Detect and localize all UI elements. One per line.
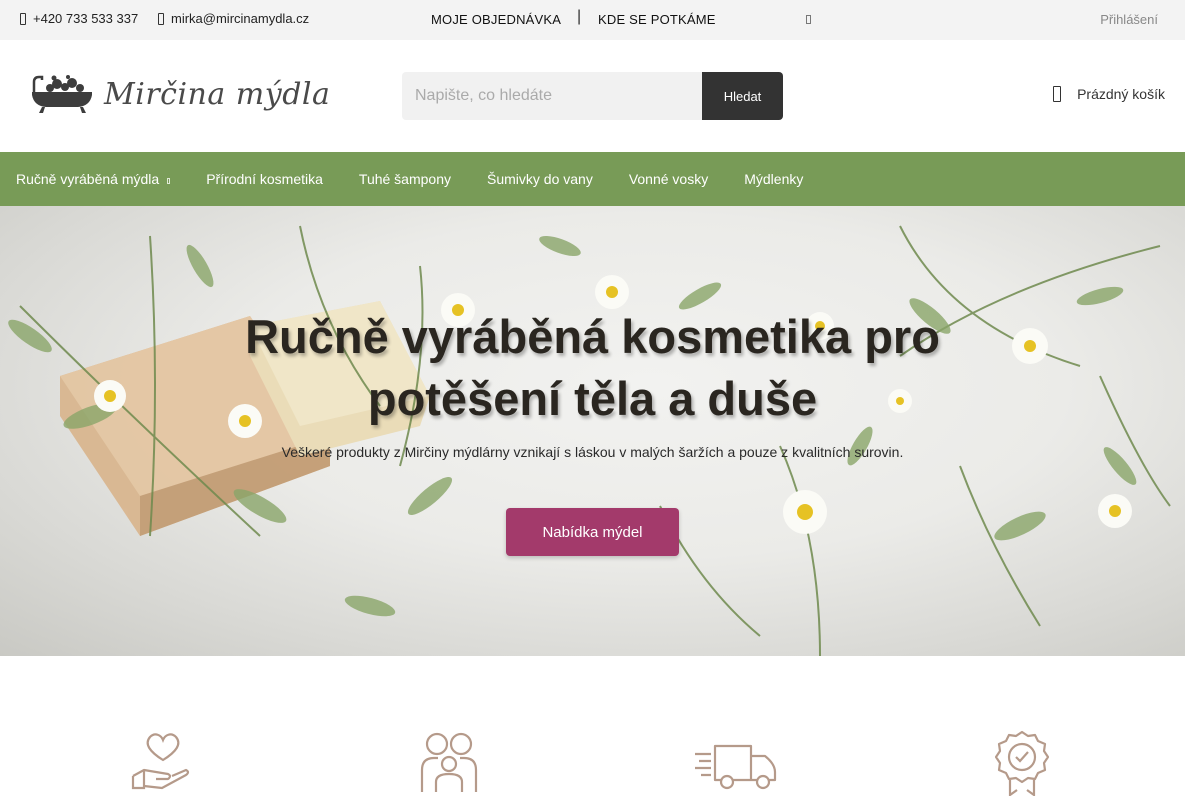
phone-contact[interactable]: +420 733 533 337 — [20, 11, 138, 26]
menu-item-handmade-soaps[interactable]: Ručně vyráběná mýdla — [16, 171, 171, 187]
nav-separator: | — [577, 8, 582, 25]
header: Mirčina mýdla Hledat Prázdný košík — [0, 40, 1185, 152]
menu-item-natural-cosmetics[interactable]: Přírodní kosmetika — [206, 171, 323, 187]
soap-offer-button[interactable]: Nabídka mýdel — [506, 508, 679, 556]
cart-icon — [1053, 86, 1062, 102]
menu-item-label: Ručně vyráběná mýdla — [16, 171, 160, 187]
cart-label: Prázdný košík — [1077, 86, 1165, 102]
logo[interactable]: Mirčina mýdla — [30, 74, 330, 114]
logo-text: Mirčina mýdla — [104, 76, 331, 112]
hero-background-image — [8, 225, 1171, 656]
menu-item-soap-dishes[interactable]: Mýdlenky — [744, 171, 803, 187]
menu-item-scented-waxes[interactable]: Vonné vosky — [629, 171, 708, 187]
menu-item-bath-bombs[interactable]: Šumivky do vany — [487, 171, 593, 187]
page: +420 733 533 337 mirka@mircinamydla.cz M… — [0, 0, 1185, 800]
hero-subtitle: Veškeré produkty z Mirčiny mýdlárny vzni… — [281, 444, 904, 460]
my-order-link[interactable]: MOJE OBJEDNÁVKA — [431, 12, 561, 27]
email-address: mirka@mircinamydla.cz — [171, 11, 310, 26]
login-link[interactable]: Přihlášení — [1100, 12, 1158, 27]
dropdown-icon[interactable] — [806, 15, 811, 24]
quality-badge-icon — [995, 730, 1049, 796]
email-icon — [158, 12, 164, 25]
delivery-truck-icon — [695, 744, 777, 790]
search-input[interactable] — [402, 72, 702, 120]
search-bar: Hledat — [402, 72, 783, 120]
main-menu: Ručně vyráběná mýdla Přírodní kosmetika … — [0, 152, 1185, 206]
hero-banner: Ručně vyráběná kosmetika pro potěšení tě… — [0, 206, 1185, 656]
search-button[interactable]: Hledat — [702, 72, 783, 120]
email-contact[interactable]: mirka@mircinamydla.cz — [158, 11, 309, 26]
top-bar: +420 733 533 337 mirka@mircinamydla.cz M… — [0, 0, 1185, 40]
heart-hand-icon — [131, 733, 190, 790]
features-section — [0, 656, 1185, 800]
hero-title: Ručně vyráběná kosmetika pro potěšení tě… — [0, 306, 1185, 430]
cart[interactable]: Prázdný košík — [1053, 86, 1165, 102]
hero-title-line-2: potěšení těla a duše — [367, 372, 818, 425]
chevron-down-icon — [167, 177, 171, 184]
phone-number: +420 733 533 337 — [33, 11, 139, 26]
family-icon — [420, 732, 478, 792]
where-we-meet-link[interactable]: KDE SE POTKÁME — [598, 12, 716, 27]
bathtub-icon — [32, 75, 92, 113]
menu-item-solid-shampoos[interactable]: Tuhé šampony — [359, 171, 451, 187]
phone-icon — [20, 12, 26, 25]
hero-title-line-1: Ručně vyráběná kosmetika pro — [245, 310, 940, 363]
